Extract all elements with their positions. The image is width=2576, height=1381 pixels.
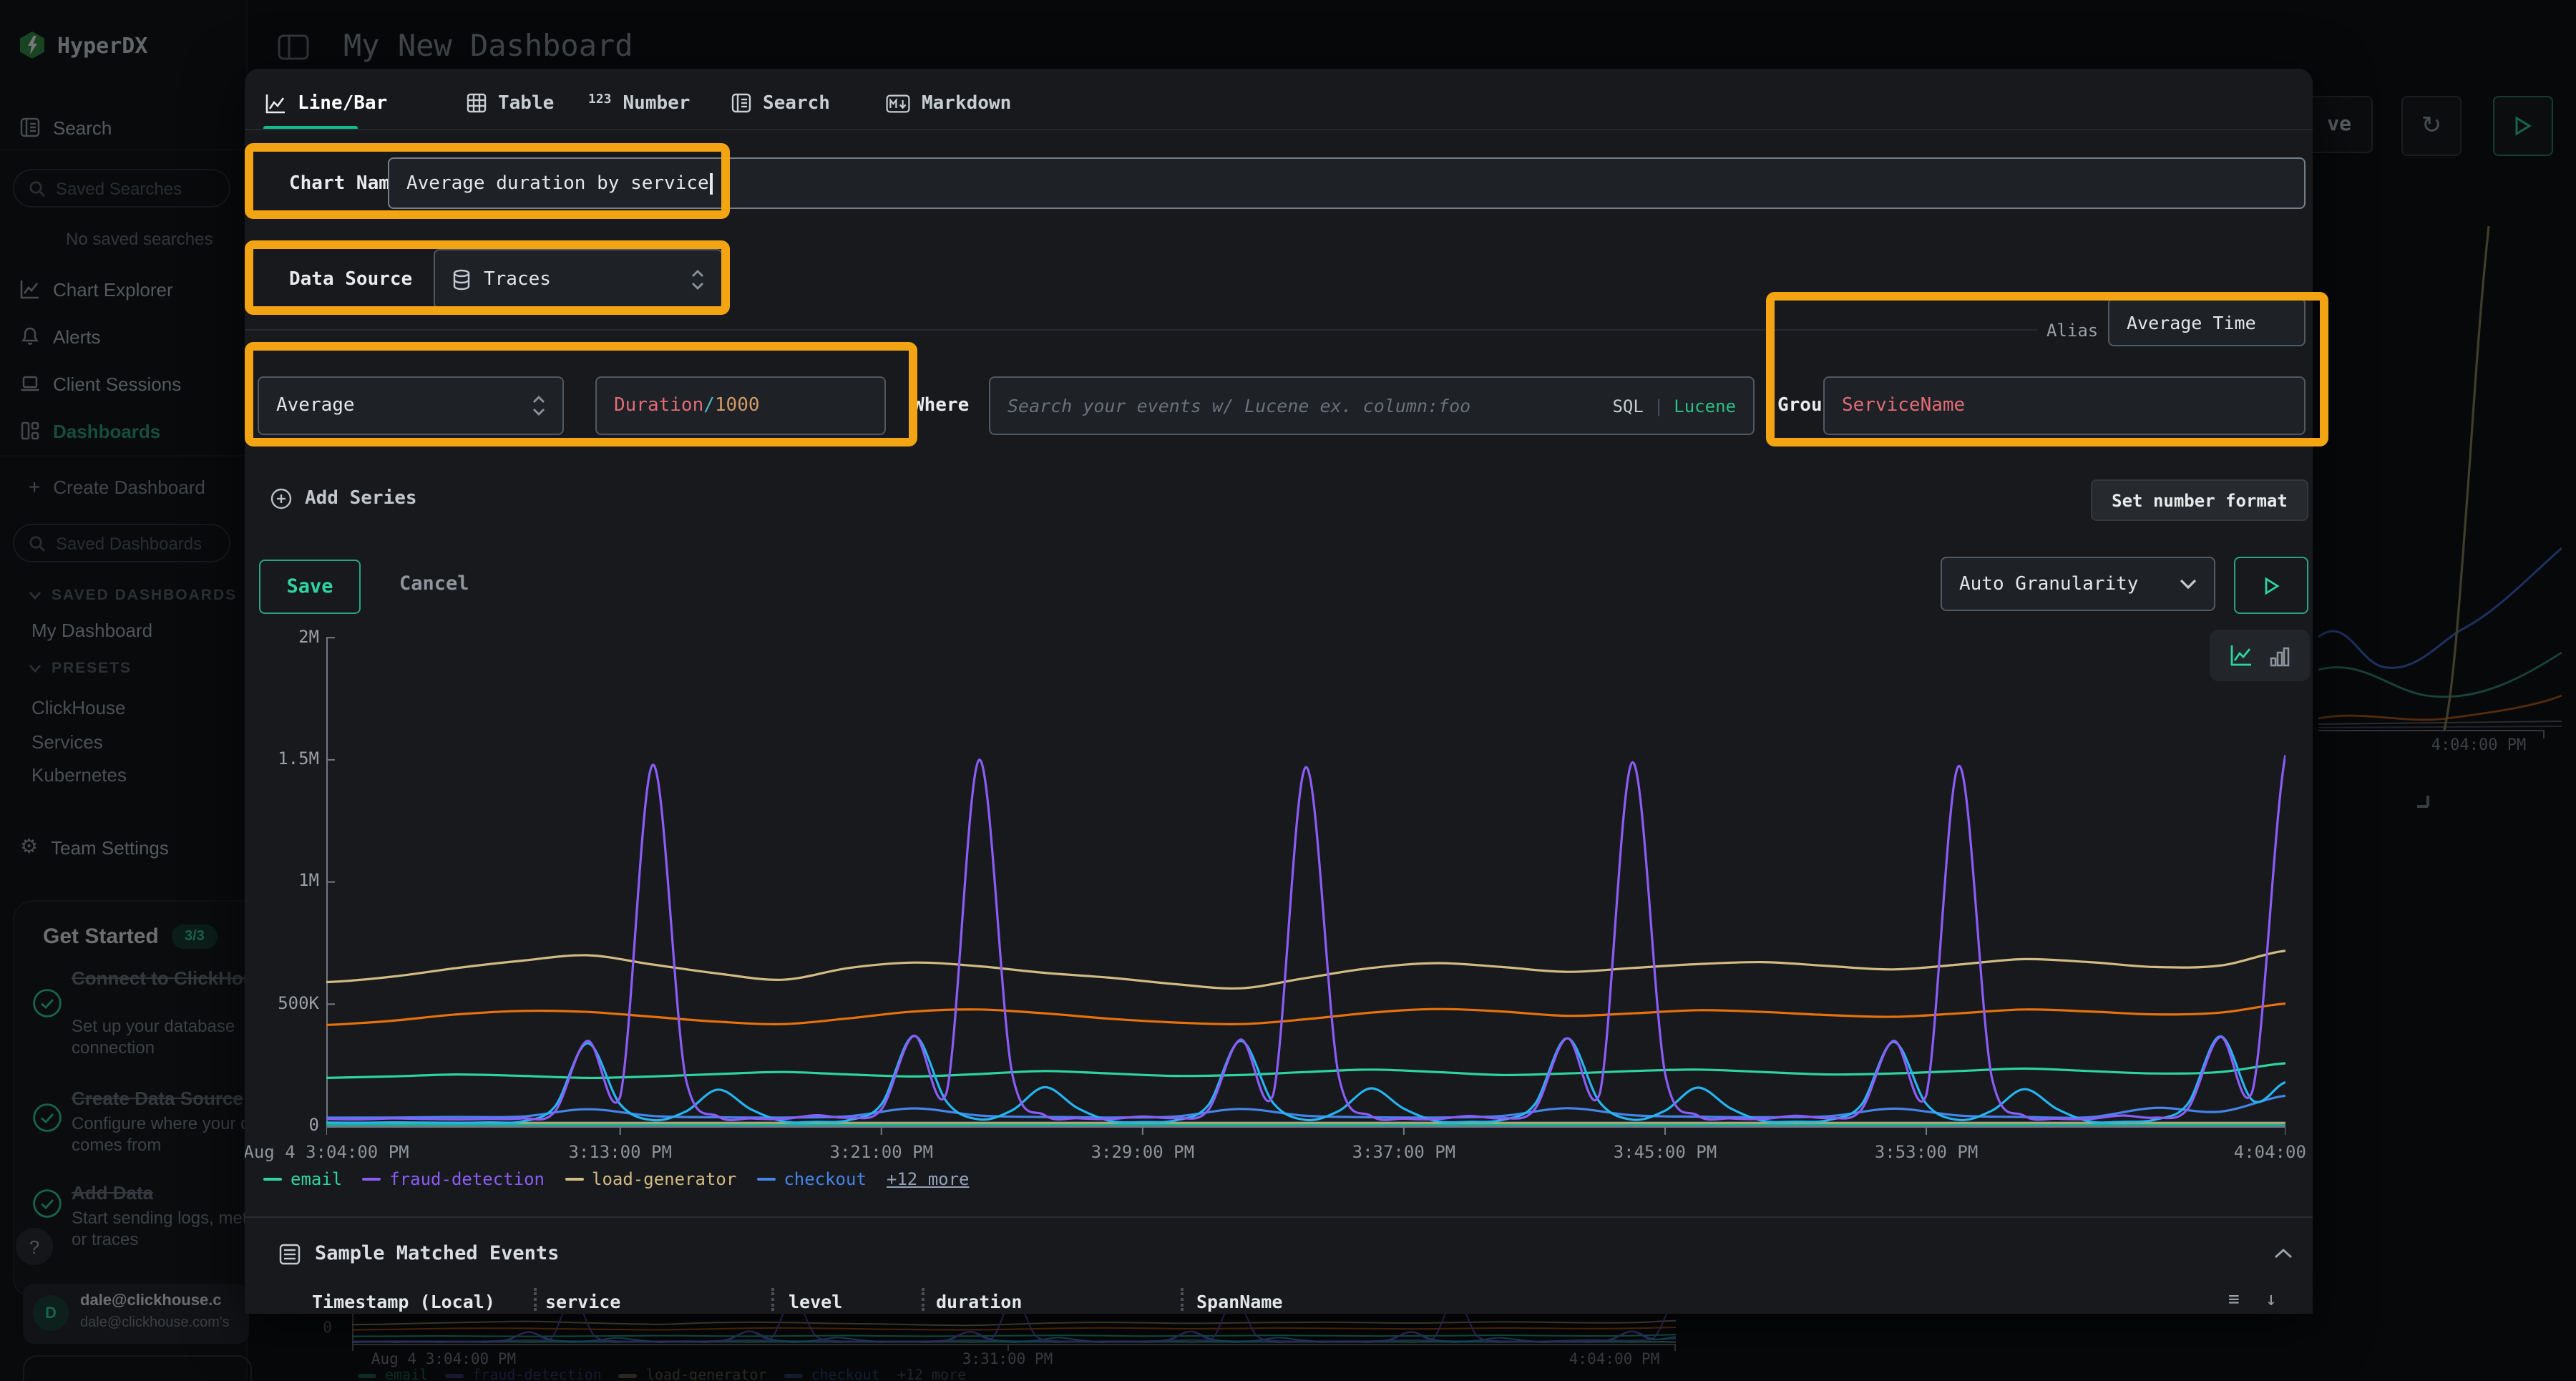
x-tick-label: 3:53:00 PM	[1833, 1142, 2019, 1162]
save-button[interactable]: Save	[259, 560, 361, 614]
chart-name-label: Chart Name	[289, 173, 401, 195]
plus-circle-icon	[270, 488, 292, 509]
legend-item-fraud-detection[interactable]: fraud-detection	[362, 1169, 545, 1189]
y-tick-label: 1M	[245, 871, 319, 891]
y-tick-label: 0	[245, 1115, 319, 1135]
x-tick-label: 3:45:00 PM	[1572, 1142, 1758, 1162]
table-options-icon[interactable]: ≡	[2228, 1289, 2240, 1311]
tab-search[interactable]: Search	[731, 86, 830, 120]
legend-item-email[interactable]: email	[263, 1169, 342, 1189]
data-source-label: Data Source	[289, 269, 412, 291]
legend-dash	[263, 1178, 282, 1181]
x-tick-label: 3:29:00 PM	[1050, 1142, 1236, 1162]
tab-table[interactable]: Table	[467, 86, 554, 120]
column-separator[interactable]	[534, 1288, 537, 1311]
column-header-service[interactable]: service	[545, 1291, 620, 1312]
table-icon	[467, 93, 487, 113]
column-separator[interactable]	[771, 1288, 774, 1311]
where-search-input[interactable]: Search your events w/ Lucene ex. column:…	[989, 376, 1755, 435]
tab-number[interactable]: 123 Number	[588, 86, 690, 120]
sample-events-header: Sample Matched Events	[279, 1242, 559, 1265]
legend-label: checkout	[784, 1169, 867, 1189]
legend-dash	[756, 1178, 775, 1181]
line-chart-icon	[265, 92, 286, 114]
series-line	[326, 1004, 2285, 1025]
search-doc-icon	[731, 93, 751, 113]
legend-item-checkout[interactable]: checkout	[756, 1169, 867, 1189]
cancel-button[interactable]: Cancel	[399, 572, 469, 595]
y-tick-label: 500K	[245, 992, 319, 1012]
legend-item-load-generator[interactable]: load-generator	[565, 1169, 736, 1189]
y-tick-label: 2M	[245, 626, 319, 646]
app-root: HyperDX Search Saved Searches No saved s…	[0, 0, 2576, 1381]
expression-field: Duration	[614, 395, 703, 416]
updown-chevrons-icon	[691, 267, 704, 291]
chart-legend: email fraud-detection load-generator checko…	[263, 1169, 970, 1189]
text-cursor	[711, 172, 713, 194]
download-icon[interactable]: ↓	[2265, 1289, 2277, 1311]
legend-dash	[565, 1178, 583, 1181]
legend-label: email	[291, 1169, 342, 1189]
divider	[245, 329, 2038, 331]
x-tick-label: 3:37:00 PM	[1311, 1142, 1497, 1162]
chart-name-input[interactable]: Average duration by service	[388, 157, 2306, 209]
run-chart-button[interactable]	[2234, 557, 2308, 614]
column-separator[interactable]	[922, 1288, 924, 1311]
column-header-timestamp[interactable]: Timestamp (Local)	[312, 1291, 495, 1312]
granularity-select[interactable]: Auto Granularity	[1941, 557, 2215, 611]
chevron-down-icon	[2180, 578, 2197, 590]
sample-events-title: Sample Matched Events	[315, 1242, 559, 1265]
y-tick-label: 1.5M	[245, 748, 319, 768]
divider	[245, 1216, 2313, 1218]
legend-label: load-generator	[592, 1169, 736, 1189]
series-line-fraud-detection	[326, 755, 2285, 1120]
x-tick-label: 3:21:00 PM	[789, 1142, 975, 1162]
legend-more-link[interactable]: +12 more	[887, 1169, 970, 1189]
updown-chevrons-icon	[532, 394, 545, 418]
markdown-icon	[886, 94, 910, 112]
collapse-chevron-icon[interactable]	[2274, 1248, 2293, 1259]
column-header-duration[interactable]: duration	[936, 1291, 1022, 1312]
column-separator[interactable]	[1181, 1288, 1184, 1311]
group-by-input[interactable]: ServiceName	[1823, 376, 2306, 435]
list-icon	[279, 1243, 301, 1264]
sql-mode-toggle[interactable]: SQL	[1612, 396, 1643, 416]
alias-label: Alias	[2046, 321, 2098, 341]
series-line-load-generator	[326, 951, 2285, 989]
aggregation-expression-input[interactable]: Duration/1000	[595, 376, 886, 435]
tab-markdown[interactable]: Markdown	[886, 86, 1011, 120]
x-tick-label: Aug 4 3:04:00 PM	[245, 1142, 419, 1162]
divider	[245, 129, 2313, 130]
database-icon	[452, 268, 471, 290]
column-header-level[interactable]: level	[789, 1291, 842, 1312]
lucene-mode-toggle[interactable]: Lucene	[1674, 396, 1736, 416]
x-tick-label: 4:04:00 PM	[2192, 1142, 2313, 1162]
where-label: Where	[913, 395, 969, 416]
expression-operator: /	[703, 395, 715, 416]
data-source-select[interactable]: Traces	[434, 249, 723, 309]
123-icon: 123	[588, 93, 612, 107]
legend-dash	[362, 1178, 381, 1181]
expression-value: 1000	[715, 395, 760, 416]
x-tick-label: 3:13:00 PM	[527, 1142, 713, 1162]
play-icon	[2263, 576, 2279, 595]
legend-label: fraud-detection	[389, 1169, 545, 1189]
alias-input[interactable]: Average Time	[2108, 298, 2306, 346]
column-header-spanname[interactable]: SpanName	[1196, 1291, 1282, 1312]
edit-chart-modal: Line/Bar Table 123 Number Search Markdow…	[245, 69, 2313, 1314]
tab-line-bar[interactable]: Line/Bar	[265, 86, 387, 120]
where-placeholder: Search your events w/ Lucene ex. column:…	[1008, 395, 1470, 416]
add-series-button[interactable]: Add Series	[270, 488, 417, 509]
set-number-format-button[interactable]: Set number format	[2091, 479, 2308, 521]
main-chart	[326, 637, 2285, 1141]
aggregation-select[interactable]: Average	[258, 376, 564, 435]
